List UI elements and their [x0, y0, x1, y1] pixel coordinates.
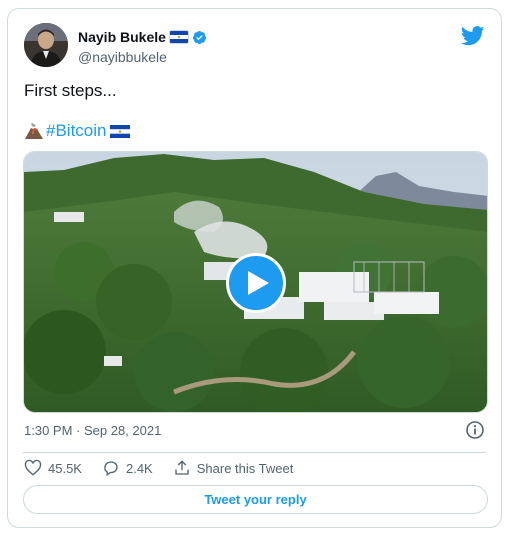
share-button[interactable]: Share this Tweet	[173, 459, 294, 477]
author-name[interactable]: Nayib Bukele	[78, 29, 166, 45]
share-icon	[175, 460, 189, 475]
verified-badge-icon	[192, 30, 207, 45]
author-handle[interactable]: @nayibbukele	[78, 49, 167, 65]
reply-button[interactable]: 2.4K	[102, 459, 153, 477]
reply-bubble-icon	[104, 461, 118, 477]
author-name-row[interactable]: Nayib Bukele	[78, 29, 207, 45]
tweet-text-line1: First steps...	[24, 81, 117, 100]
volcano-icon	[24, 122, 44, 140]
avatar[interactable]	[24, 23, 68, 67]
action-bar: 45.5K 2.4K Share this Tweet	[24, 458, 313, 478]
hashtag-link[interactable]: #Bitcoin	[46, 121, 106, 141]
like-button[interactable]: 45.5K	[24, 459, 82, 477]
tweet-your-reply-button[interactable]: Tweet your reply	[23, 485, 488, 514]
divider	[23, 452, 486, 453]
tweet-card: Nayib Bukele @nayibbukele First steps...	[7, 8, 502, 528]
play-icon	[248, 271, 269, 295]
like-count: 45.5K	[48, 460, 82, 476]
reply-count: 2.4K	[125, 460, 153, 476]
tweet-timestamp[interactable]: 1:30 PM · Sep 28, 2021	[24, 423, 161, 438]
heart-icon	[24, 459, 42, 476]
el-salvador-flag-icon	[110, 124, 131, 138]
twitter-bird-icon[interactable]	[461, 26, 485, 46]
el-salvador-flag-icon	[169, 31, 188, 43]
play-button[interactable]	[226, 253, 286, 313]
video-player[interactable]	[23, 151, 488, 413]
tweet-text-line2: #Bitcoin	[24, 121, 131, 141]
share-label: Share this Tweet	[196, 460, 294, 476]
info-icon[interactable]	[465, 420, 485, 440]
